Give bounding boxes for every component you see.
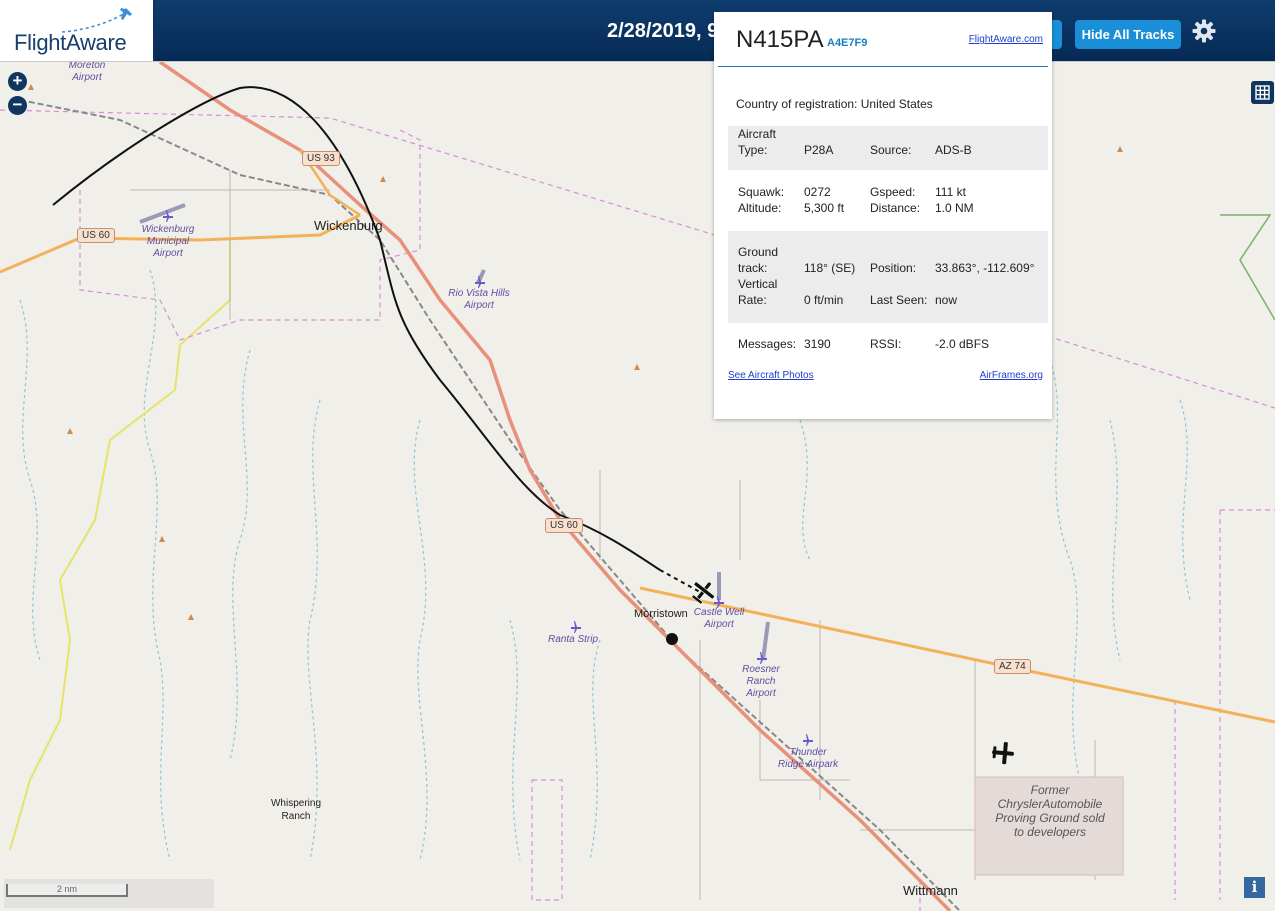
last-seen-value: now xyxy=(935,293,958,307)
row-messages: Messages: 3190 RSSI: -2.0 dBFS xyxy=(728,336,1048,354)
messages-value: 3190 xyxy=(804,337,831,351)
altitude-label: Altitude: xyxy=(738,201,782,215)
shield-us60-west: US 60 xyxy=(77,228,115,243)
aircraft-type-label: Aircraft Type: xyxy=(738,127,777,157)
aircraft-ident: N415PA xyxy=(736,26,824,53)
distance-label: Distance: xyxy=(870,201,921,215)
airport-label-thunder-ridge: Thunder Ridge Airpark xyxy=(777,747,839,770)
map-canvas[interactable]: Wickenburg Morristown Wittmann Whisperin… xyxy=(0,62,1275,911)
country-value: United States xyxy=(860,97,933,111)
top-header: FlightAware 2/28/2019, 9 Hide All Tracks xyxy=(0,0,1275,62)
country-label: Country of registration: xyxy=(736,97,858,111)
other-aircraft-icon[interactable] xyxy=(991,741,1015,765)
row-aircraft-type: Aircraft Type: P28A Source: ADS-B xyxy=(728,126,1048,170)
gspeed-label: Gspeed: xyxy=(870,185,916,199)
aircraft-info-popup: N415PA A4E7F9 FlightAware.com Country of… xyxy=(714,12,1052,419)
shield-us93: US 93 xyxy=(302,151,340,166)
aircraft-type-value: P28A xyxy=(804,143,834,157)
shield-us60-south: US 60 xyxy=(545,518,583,533)
airframes-link[interactable]: AirFrames.org xyxy=(980,370,1043,381)
proving-ground-label: Former ChryslerAutomobile Proving Ground… xyxy=(995,783,1105,839)
position-value: 33.863°, -112.609° xyxy=(935,261,1035,275)
source-label: Source: xyxy=(870,143,912,157)
position-label: Position: xyxy=(870,261,917,275)
layers-grid-button[interactable] xyxy=(1251,81,1274,104)
country-row: Country of registration: United States xyxy=(736,97,933,111)
airport-label-rio-vista: Rio Vista Hills Airport xyxy=(448,288,510,311)
last-seen-label: Last Seen: xyxy=(870,293,928,307)
gear-icon[interactable] xyxy=(1191,18,1217,44)
popup-divider xyxy=(718,66,1048,67)
logo-text: FlightAware xyxy=(14,30,127,55)
vertical-rate-value: 0 ft/min xyxy=(804,293,844,307)
squawk-label: Squawk: xyxy=(738,185,785,199)
scale-control: 2 nm xyxy=(4,879,214,908)
altitude-value: 5,300 ft xyxy=(804,201,845,215)
hide-all-tracks-button[interactable]: Hide All Tracks xyxy=(1075,20,1181,49)
zoom-in-button[interactable]: + xyxy=(8,72,27,91)
airport-label-moreton: Moreton Airport xyxy=(68,62,106,83)
town-label-wickenburg: Wickenburg xyxy=(314,218,383,233)
ground-track-label: Ground track: xyxy=(738,245,779,275)
aircraft-hex-code: A4E7F9 xyxy=(827,37,868,49)
squawk-value: 0272 xyxy=(804,185,831,199)
scale-bar: 2 nm xyxy=(6,884,128,897)
town-label-whispering-ranch: Whispering Ranch xyxy=(270,798,322,822)
row-squawk: Squawk: 0272 Gspeed: 111 kt Altitude: 5,… xyxy=(728,184,1048,220)
shield-az74: AZ 74 xyxy=(994,659,1031,674)
flightaware-logo[interactable]: FlightAware xyxy=(0,0,155,61)
ground-track-value: 118° (SE) xyxy=(804,261,856,275)
airport-label-roesner: Roesner Ranch Airport xyxy=(742,664,780,699)
source-value: ADS-B xyxy=(935,143,972,157)
airport-label-castle-well: Castle Well Airport xyxy=(693,607,745,630)
info-button[interactable]: i xyxy=(1244,877,1265,898)
town-label-morristown: Morristown xyxy=(634,608,688,620)
distance-value: 1.0 NM xyxy=(935,201,974,215)
messages-label: Messages: xyxy=(738,337,797,351)
airport-label-ranta: Ranta Strip xyxy=(548,634,599,645)
vertical-rate-label: Vertical Rate: xyxy=(738,277,778,307)
zoom-out-button[interactable]: − xyxy=(8,96,27,115)
flightaware-link[interactable]: FlightAware.com xyxy=(969,34,1043,45)
town-label-wittmann: Wittmann xyxy=(903,883,958,898)
see-aircraft-photos-link[interactable]: See Aircraft Photos xyxy=(728,370,814,381)
selected-aircraft-icon[interactable] xyxy=(690,579,716,605)
rssi-label: RSSI: xyxy=(870,337,902,351)
airport-label-wickenburg-muni: Wickenburg Municipal Airport xyxy=(141,224,195,259)
grid-icon xyxy=(1255,85,1270,100)
gspeed-value: 111 kt xyxy=(935,185,966,199)
rssi-value: -2.0 dBFS xyxy=(935,337,990,351)
row-ground-track: Ground track: 118° (SE) Position: 33.863… xyxy=(728,231,1048,323)
header-date: 2/28/2019, 9 xyxy=(607,20,719,42)
